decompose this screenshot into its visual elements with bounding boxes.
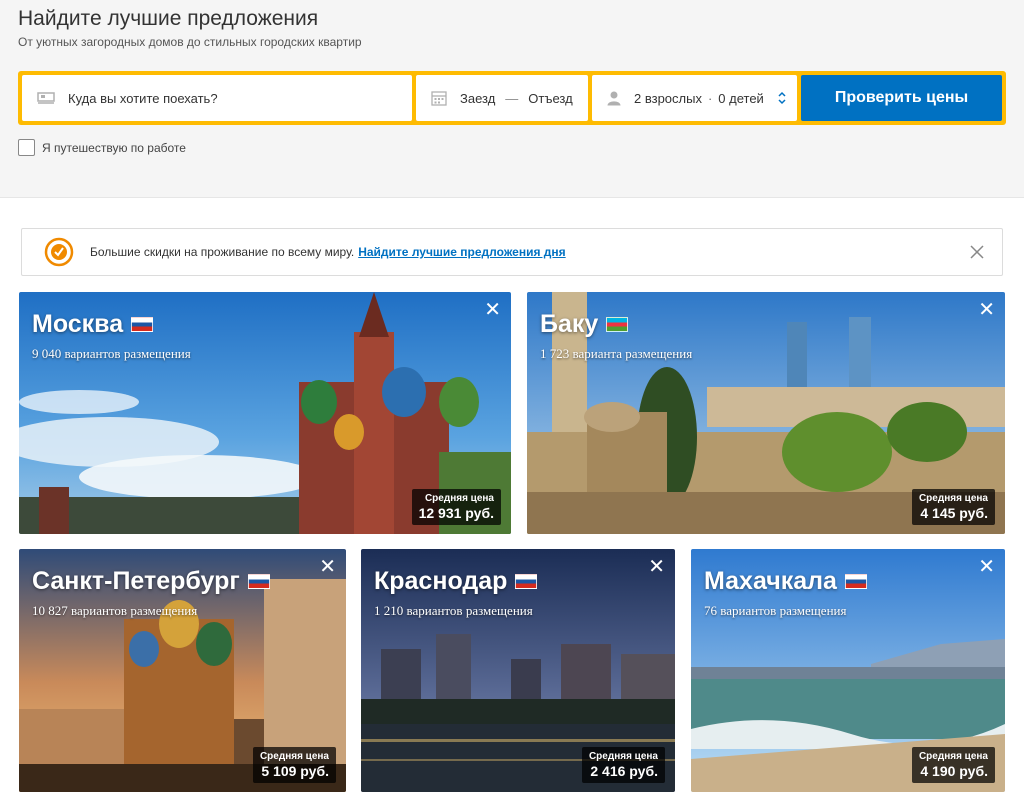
city-title: Краснодар — [374, 567, 508, 595]
price-value: 5 109 руб. — [261, 763, 329, 779]
close-icon[interactable]: ✕ — [978, 300, 995, 320]
price-label: Средняя цена — [259, 751, 329, 762]
azerbaijan-flag-icon — [606, 317, 629, 332]
children-value: 0 детей — [718, 90, 764, 106]
bed-icon — [36, 91, 56, 105]
banner-message: Большие скидки на проживание по всему ми… — [90, 245, 355, 259]
price-label: Средняя цена — [424, 493, 494, 504]
price-value: 4 145 руб. — [920, 505, 988, 521]
price-value: 2 416 руб. — [590, 763, 658, 779]
date-separator: — — [505, 90, 519, 106]
city-name: Санкт-Петербург — [32, 567, 270, 596]
date-picker[interactable]: Заезд — Отъезд — [416, 75, 588, 121]
price-value: 12 931 руб. — [418, 505, 494, 521]
guests-selector[interactable]: 2 взрослых · 0 детей — [592, 75, 797, 121]
city-title: Санкт-Петербург — [32, 567, 240, 595]
average-price-badge: Средняя цена 5 109 руб. — [252, 747, 336, 783]
close-icon[interactable] — [968, 243, 986, 261]
city-title: Москва — [32, 310, 124, 338]
city-card-baku[interactable]: Баку 1 723 варианта размещения ✕ Средняя… — [527, 292, 1005, 534]
russia-flag-icon — [247, 574, 270, 589]
deals-link[interactable]: Найдите лучшие предложения дня — [358, 245, 565, 259]
russia-flag-icon — [844, 574, 867, 589]
checkin-label: Заезд — [460, 90, 496, 106]
close-icon[interactable]: ✕ — [319, 557, 336, 577]
destination-input[interactable]: Куда вы хотите поехать? — [22, 75, 412, 121]
city-name: Москва — [32, 310, 154, 339]
work-travel-label: Я путешествую по работе — [42, 140, 186, 155]
close-icon[interactable]: ✕ — [484, 300, 501, 320]
average-price-badge: Средняя цена 12 931 руб. — [411, 489, 501, 525]
work-travel-option[interactable]: Я путешествую по работе — [18, 139, 186, 156]
property-count: 1 210 вариантов размещения — [374, 603, 533, 618]
checkout-label: Отъезд — [528, 90, 573, 106]
hero-section: Найдите лучшие предложения От уютных заг… — [0, 0, 1024, 198]
deals-banner: Большие скидки на проживание по всему ми… — [21, 228, 1003, 276]
property-count: 9 040 вариантов размещения — [32, 346, 191, 361]
average-price-badge: Средняя цена 4 190 руб. — [911, 747, 995, 783]
guests-separator: · — [707, 90, 713, 106]
property-count: 10 827 вариантов размещения — [32, 603, 198, 618]
price-label: Средняя цена — [918, 493, 988, 504]
price-value: 4 190 руб. — [920, 763, 988, 779]
chevron-updown-icon — [778, 91, 786, 105]
person-icon — [606, 90, 622, 106]
average-price-badge: Средняя цена 4 145 руб. — [911, 489, 995, 525]
search-bar: Куда вы хотите поехать? Заезд — Отъезд 2… — [18, 71, 1006, 125]
city-name: Баку — [540, 310, 629, 339]
city-name: Краснодар — [374, 567, 538, 596]
city-card-saint-petersburg[interactable]: Санкт-Петербург 10 827 вариантов размеще… — [19, 549, 346, 792]
destination-placeholder: Куда вы хотите поехать? — [68, 90, 218, 106]
adults-value: 2 взрослых — [634, 90, 702, 106]
close-icon[interactable]: ✕ — [648, 557, 665, 577]
price-label: Средняя цена — [588, 751, 658, 762]
page-subtitle: От уютных загородных домов до стильных г… — [18, 35, 362, 49]
banner-text: Большие скидки на проживание по всему ми… — [90, 245, 566, 259]
city-title: Махачкала — [704, 567, 837, 595]
property-count: 76 вариантов размещения — [704, 603, 847, 618]
close-icon[interactable]: ✕ — [978, 557, 995, 577]
city-name: Махачкала — [704, 567, 867, 596]
page-title: Найдите лучшие предложения — [18, 7, 319, 30]
average-price-badge: Средняя цена 2 416 руб. — [581, 747, 665, 783]
check-prices-button[interactable]: Проверить цены — [801, 75, 1002, 121]
work-travel-checkbox[interactable] — [18, 139, 35, 156]
calendar-icon — [430, 90, 448, 106]
russia-flag-icon — [131, 317, 154, 332]
city-card-moscow[interactable]: Москва 9 040 вариантов размещения ✕ Сред… — [19, 292, 511, 534]
property-count: 1 723 варианта размещения — [540, 346, 693, 361]
city-title: Баку — [540, 310, 599, 338]
russia-flag-icon — [515, 574, 538, 589]
price-label: Средняя цена — [918, 751, 988, 762]
city-card-makhachkala[interactable]: Махачкала 76 вариантов размещения ✕ Сред… — [691, 549, 1005, 792]
deals-badge-icon — [44, 237, 74, 267]
city-card-krasnodar[interactable]: Краснодар 1 210 вариантов размещения ✕ С… — [361, 549, 675, 792]
